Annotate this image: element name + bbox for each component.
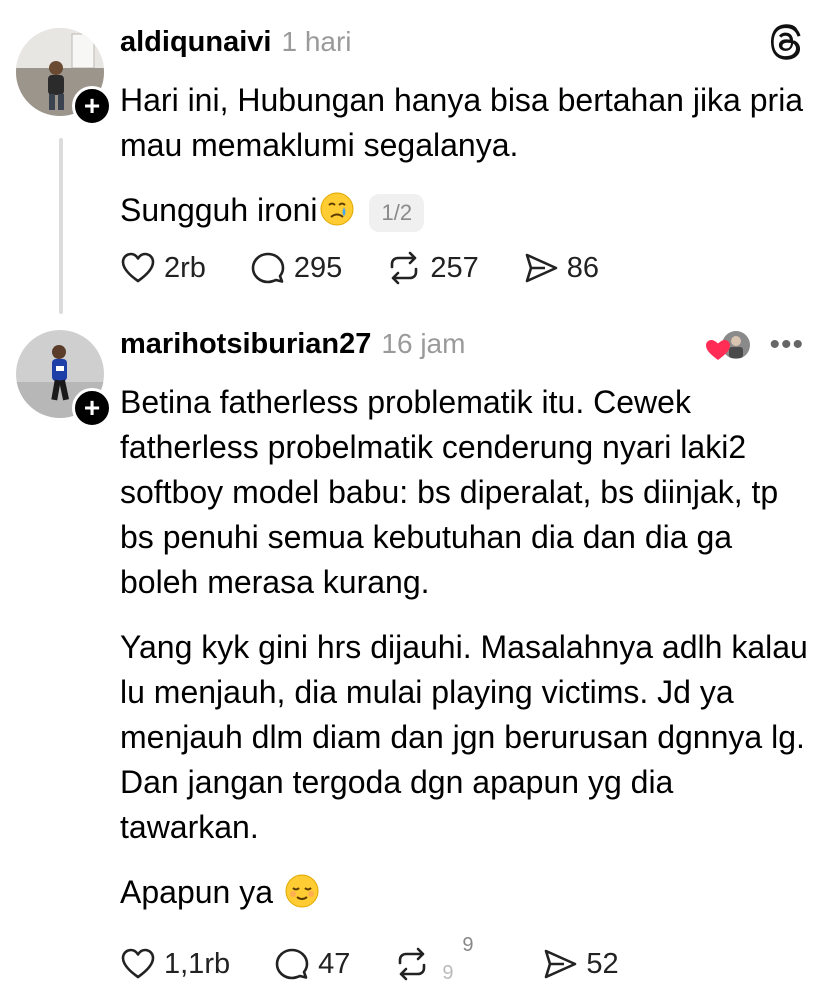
threads-logo-icon[interactable] — [768, 24, 804, 60]
send-icon — [525, 253, 558, 283]
post-paragraph-text: Apapun ya — [120, 874, 274, 910]
post-actions: 2rb 295 257 86 — [120, 250, 643, 286]
post-paragraph-text: Sungguh ironi — [120, 192, 318, 228]
share-count: 86 — [566, 251, 599, 284]
repost-button[interactable]: 9 9 — [394, 934, 498, 986]
thread-connector-line — [59, 138, 63, 314]
post-paragraph-last: Sungguh ironi 1/2 — [120, 188, 810, 233]
share-button[interactable]: 52 — [542, 946, 619, 982]
page-indicator-badge: 1/2 — [369, 193, 425, 232]
follow-plus-icon[interactable]: + — [72, 388, 112, 428]
send-icon — [545, 949, 577, 979]
repost-icon — [391, 251, 418, 285]
like-button[interactable]: 2rb — [120, 250, 206, 286]
post-paragraph: Betina fatherless problematik itu. Cewek… — [120, 384, 779, 600]
liked-by-author-icon — [706, 331, 750, 360]
post-paragraph-last: Apapun ya — [120, 870, 810, 915]
post-time: 1 hari — [281, 26, 352, 57]
follow-plus-icon[interactable]: + — [72, 86, 112, 126]
crying-face-icon — [320, 192, 354, 226]
repost-count-digit-bottom: 9 — [442, 962, 454, 984]
repost-button[interactable]: 257 — [386, 250, 479, 286]
reply-button[interactable]: 295 — [250, 250, 342, 286]
comment-icon — [251, 252, 285, 284]
reply-count: 47 — [318, 947, 351, 980]
reply-count: 295 — [293, 251, 343, 284]
comment-icon — [275, 948, 309, 980]
repost-count-digit-top: 9 — [462, 934, 474, 956]
post-paragraph: Yang kyk gini hrs dijauhi. Masalahnya ad… — [120, 629, 808, 845]
heart-icon — [121, 948, 155, 979]
reply-button[interactable]: 47 — [274, 946, 350, 982]
post-header: aldiqunaivi 1 hari — [120, 26, 352, 59]
post-body: Hari ini, Hubungan hanya bisa bertahan j… — [120, 78, 810, 233]
more-dots-icon[interactable]: ••• — [769, 330, 804, 360]
post-time: 16 jam — [381, 328, 466, 359]
repost-count-rolling: 9 9 — [438, 934, 498, 986]
like-count: 1,1rb — [164, 947, 231, 980]
username[interactable]: marihotsiburian27 — [120, 328, 371, 361]
repost-count: 257 — [430, 251, 479, 284]
post-body: Betina fatherless problematik itu. Cewek… — [120, 380, 810, 915]
post-actions: 1,1rb 47 9 9 52 — [120, 934, 663, 986]
like-count: 2rb — [164, 251, 206, 284]
heart-icon — [121, 252, 155, 283]
post-paragraph: Hari ini, Hubungan hanya bisa bertahan j… — [120, 82, 804, 163]
post-header: marihotsiburian27 16 jam — [120, 328, 465, 361]
like-button[interactable]: 1,1rb — [120, 946, 230, 982]
repost-icon — [399, 947, 426, 981]
relieved-face-icon — [285, 874, 319, 908]
share-button[interactable]: 86 — [523, 250, 599, 286]
share-count: 52 — [586, 947, 619, 980]
username[interactable]: aldiqunaivi — [120, 26, 271, 59]
